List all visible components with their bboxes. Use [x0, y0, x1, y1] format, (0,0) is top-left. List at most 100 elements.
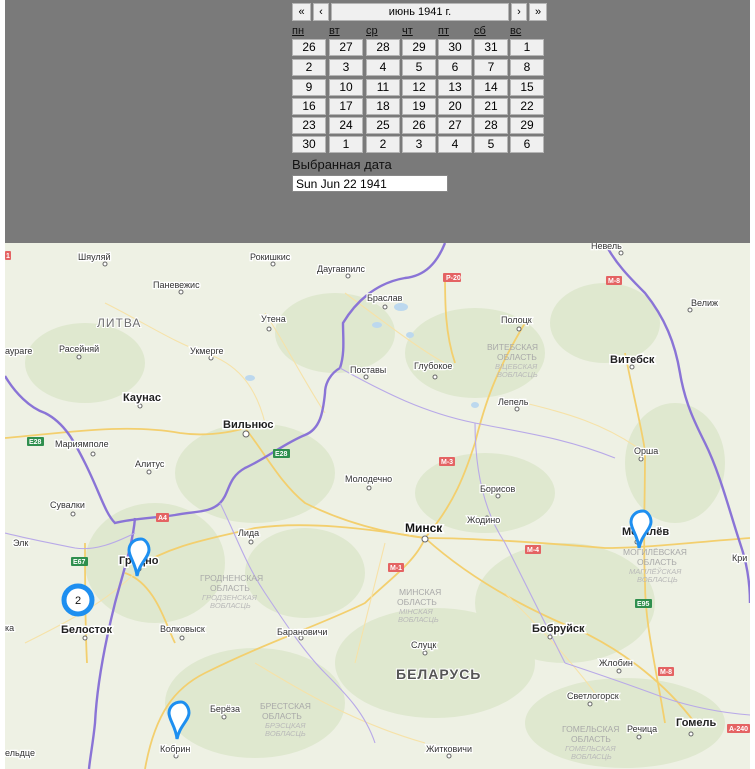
month-title-button[interactable]: июнь 1941 г.: [331, 3, 509, 21]
road-shield-label: E28: [29, 439, 42, 446]
region-label: ОБЛАСТЬ: [210, 583, 250, 593]
city-label: Каунас: [123, 392, 161, 404]
city-label: Кри: [732, 553, 747, 563]
city-label: Витебск: [610, 354, 655, 366]
day-cell[interactable]: 2: [366, 136, 400, 153]
day-cell[interactable]: 22: [510, 98, 544, 115]
region-label: ГРОДНЕНСКАЯ: [200, 573, 263, 583]
day-cell[interactable]: 30: [292, 136, 326, 153]
city-label: Жодино: [467, 515, 500, 525]
city-label: Сувалки: [50, 500, 85, 510]
day-cell[interactable]: 1: [510, 39, 544, 56]
day-cell[interactable]: 3: [402, 136, 436, 153]
city-label: Укмерге: [190, 346, 224, 356]
road-shield-label: М-4: [527, 547, 539, 554]
road-shield-label: A4: [158, 515, 167, 522]
weekday-sat: сб: [474, 25, 486, 37]
day-cell[interactable]: 26: [292, 39, 326, 56]
day-cell[interactable]: 23: [292, 117, 326, 134]
city-label: Лида: [238, 528, 259, 538]
city-label: Барановичи: [277, 627, 327, 637]
selected-date-input[interactable]: [292, 175, 448, 192]
day-cell[interactable]: 5: [474, 136, 508, 153]
road-shield-label: М-8: [660, 669, 672, 676]
day-cell[interactable]: 4: [438, 136, 472, 153]
region-label: ВОБЛАСЦЬ: [637, 575, 678, 584]
city-label: Орша: [634, 446, 658, 456]
city-label: Речица: [627, 724, 657, 734]
region-label: ВОБЛАСЦЬ: [497, 370, 538, 379]
city-label: Полоцк: [501, 315, 532, 325]
city-label: Вильнюс: [223, 419, 273, 431]
day-cell[interactable]: 29: [510, 117, 544, 134]
day-cell[interactable]: 27: [329, 39, 363, 56]
road-shield-label: М-3: [441, 459, 453, 466]
region-label: ГОМЕЛЬСКАЯ: [562, 724, 619, 734]
day-cell[interactable]: 31: [474, 39, 508, 56]
day-cell[interactable]: 16: [292, 98, 326, 115]
day-cell[interactable]: 4: [366, 59, 400, 76]
day-cell[interactable]: 7: [474, 59, 508, 76]
weekday-wed: ср: [366, 25, 378, 37]
day-cell[interactable]: 5: [402, 59, 436, 76]
day-cell[interactable]: 26: [402, 117, 436, 134]
day-cell[interactable]: 29: [402, 39, 436, 56]
city-label: Мариямполе: [55, 439, 109, 449]
prev-month-button[interactable]: ‹: [313, 3, 329, 21]
city-label: Утена: [261, 314, 286, 324]
day-cell[interactable]: 11: [366, 79, 400, 96]
day-cell[interactable]: 8: [510, 59, 544, 76]
next-month-button[interactable]: ›: [511, 3, 527, 21]
city-label: Даугавпилс: [317, 264, 366, 274]
day-cell[interactable]: 17: [329, 98, 363, 115]
day-cell[interactable]: 30: [438, 39, 472, 56]
city-label: ка: [5, 623, 14, 633]
map-cluster[interactable]: 2: [61, 583, 95, 617]
city-label: Глубокое: [414, 361, 452, 371]
day-cell[interactable]: 15: [510, 79, 544, 96]
city-label: Жлобин: [599, 658, 633, 668]
region-label: ВОБЛАСЦЬ: [398, 615, 439, 624]
region-label: МОГИЛЁВСКАЯ: [623, 547, 687, 557]
day-cell[interactable]: 18: [366, 98, 400, 115]
day-cell[interactable]: 1: [329, 136, 363, 153]
next-year-button[interactable]: »: [529, 3, 547, 21]
region-label: ОБЛАСТЬ: [637, 557, 677, 567]
region-label: ВОБЛАСЦЬ: [571, 752, 612, 761]
day-cell[interactable]: 12: [402, 79, 436, 96]
weekday-sun: вс: [510, 25, 522, 37]
selected-date-label: Выбранная дата: [292, 157, 392, 172]
city-label: Велиж: [691, 298, 718, 308]
road-shield-label: E95: [637, 601, 650, 608]
country-label-belarus: БЕЛАРУСЬ: [396, 666, 481, 682]
day-cell[interactable]: 20: [438, 98, 472, 115]
map-view[interactable]: ЛИТВА БЕЛАРУСЬ ВИТЕБСКАЯ ОБЛАСТЬ ВІЦЕБСК…: [5, 243, 750, 769]
day-cell[interactable]: 28: [474, 117, 508, 134]
city-label: Светлогорск: [567, 691, 619, 701]
city-label: Слуцк: [411, 640, 436, 650]
city-label: ельдце: [5, 748, 35, 758]
city-label: Гомель: [676, 717, 717, 729]
day-cell[interactable]: 6: [510, 136, 544, 153]
road-shield-label: М-8: [608, 278, 620, 285]
city-label: Минск: [405, 521, 443, 535]
day-cell[interactable]: 19: [402, 98, 436, 115]
day-cell[interactable]: 14: [474, 79, 508, 96]
day-cell[interactable]: 21: [474, 98, 508, 115]
day-cell[interactable]: 9: [292, 79, 326, 96]
day-cell[interactable]: 25: [366, 117, 400, 134]
day-cell[interactable]: 3: [329, 59, 363, 76]
day-cell[interactable]: 6: [438, 59, 472, 76]
prev-year-button[interactable]: «: [292, 3, 311, 21]
city-label: Расейняй: [59, 344, 99, 354]
day-cell[interactable]: 27: [438, 117, 472, 134]
city-label: аураге: [5, 346, 32, 356]
day-cell[interactable]: 28: [366, 39, 400, 56]
day-cell[interactable]: 13: [438, 79, 472, 96]
city-label: Рокишкис: [250, 252, 291, 262]
region-label: ВИТЕБСКАЯ: [487, 342, 538, 352]
day-cell[interactable]: 24: [329, 117, 363, 134]
day-cell[interactable]: 10: [329, 79, 363, 96]
city-label: Паневежис: [153, 280, 200, 290]
day-cell[interactable]: 2: [292, 59, 326, 76]
